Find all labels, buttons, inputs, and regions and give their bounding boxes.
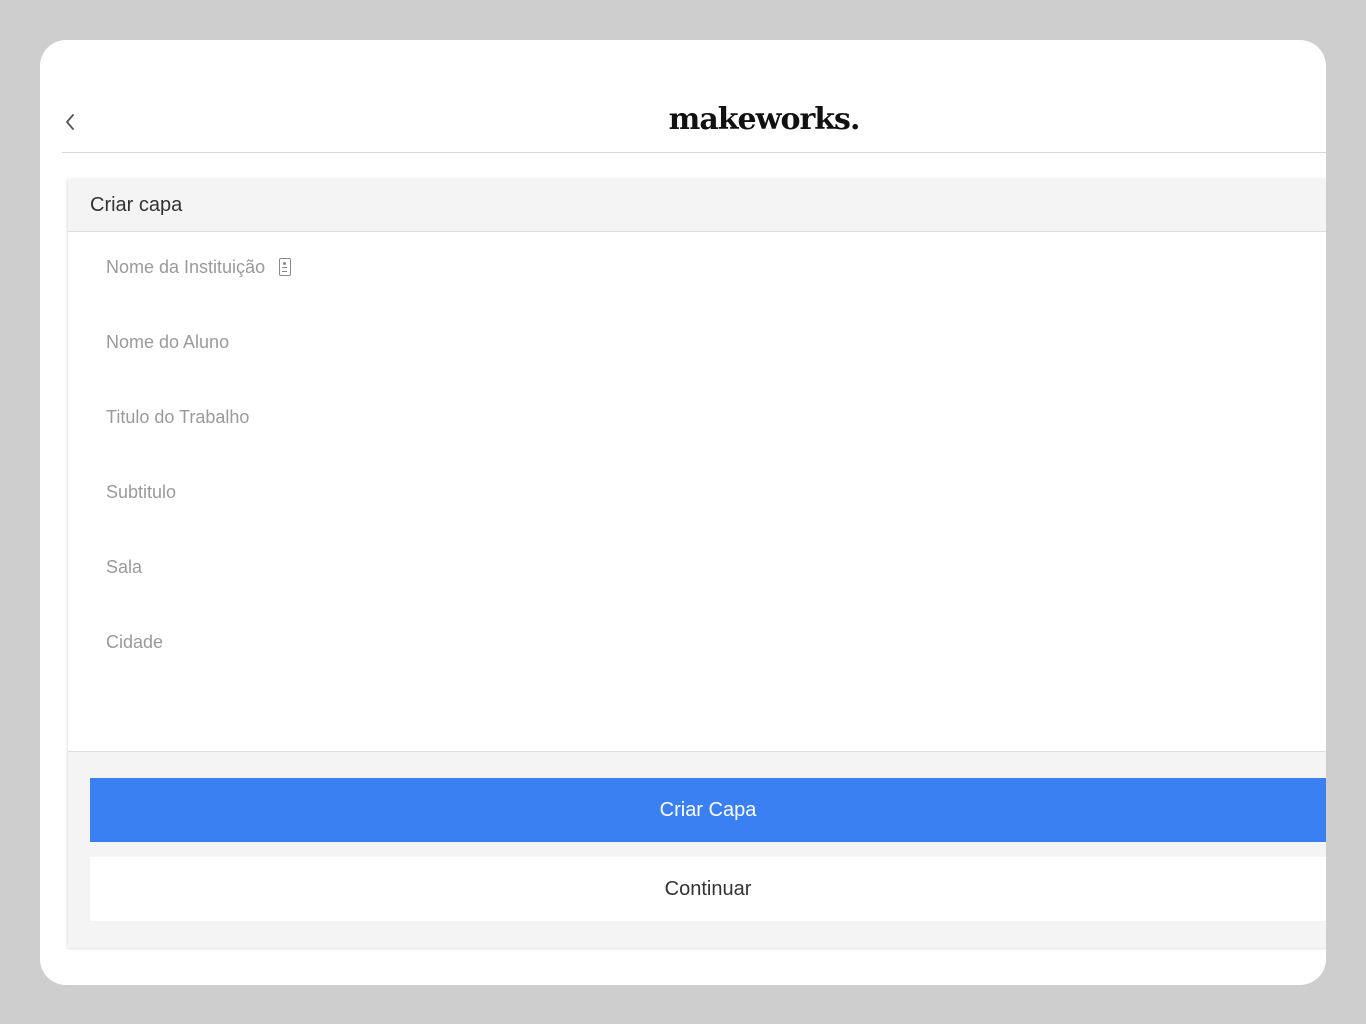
field-label: Titulo do Trabalho [106, 406, 250, 427]
card-title: Criar capa [90, 194, 183, 216]
field-label: Cidade [106, 631, 164, 652]
institution-name-field[interactable]: Nome da Instituição [106, 247, 1326, 287]
classroom-field[interactable]: Sala [106, 547, 1326, 587]
subtitle-field[interactable]: Subtitulo [106, 472, 1326, 512]
work-title-field[interactable]: Titulo do Trabalho [106, 397, 1326, 437]
field-label: Nome da Instituição [106, 256, 266, 277]
field-label: Sala [106, 556, 143, 577]
city-field[interactable]: Cidade [106, 622, 1326, 662]
app-screen: makeworks. Criar capa Nome da Instituiçã… [40, 40, 1326, 985]
app-logo: makeworks. [668, 102, 861, 137]
chevron-left-icon [66, 114, 74, 130]
form-fields: Nome da Instituição Nome do Aluno Titulo… [68, 232, 1326, 752]
back-button[interactable] [58, 108, 82, 136]
create-cover-card: Criar capa Nome da Instituição Nome do A… [68, 179, 1326, 948]
top-navigation-bar: makeworks. [62, 40, 1326, 153]
card-footer: Criar Capa Continuar [68, 751, 1326, 948]
create-cover-button[interactable]: Criar Capa [90, 778, 1326, 842]
contact-card-icon[interactable] [279, 258, 292, 276]
field-label: Subtitulo [106, 481, 177, 502]
field-label: Nome do Aluno [106, 331, 230, 352]
continue-button[interactable]: Continuar [90, 857, 1326, 921]
student-name-field[interactable]: Nome do Aluno [106, 322, 1326, 362]
card-header: Criar capa [68, 179, 1326, 232]
